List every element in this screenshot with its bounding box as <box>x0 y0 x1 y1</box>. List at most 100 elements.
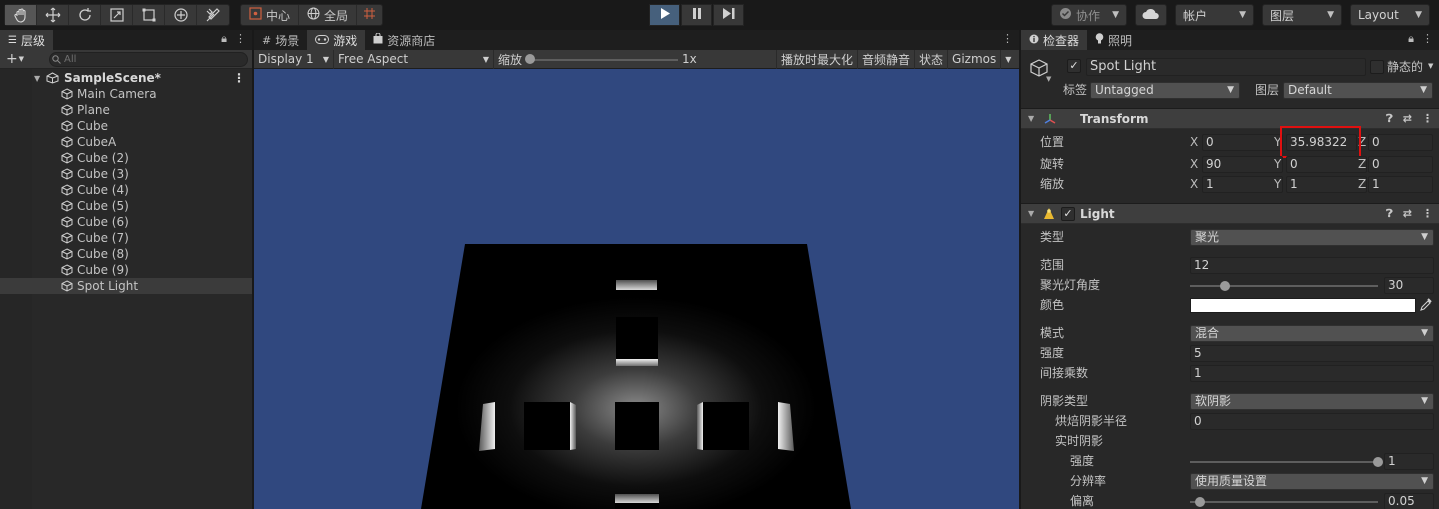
scene-row[interactable]: ▼ SampleScene* ⋮ <box>0 70 252 86</box>
hierarchy-item[interactable]: CubeA <box>0 134 252 150</box>
pivot-center-button[interactable]: 中心 <box>241 5 300 25</box>
expand-arrow-icon[interactable]: ▼ <box>34 74 40 83</box>
bias-slider-track[interactable] <box>1190 501 1378 503</box>
move-tool-icon[interactable] <box>37 5 69 25</box>
gizmos-button[interactable]: Gizmos <box>948 49 1002 69</box>
object-name-field[interactable]: Spot Light <box>1086 58 1366 76</box>
scale-slider-thumb[interactable] <box>525 53 535 64</box>
active-checkbox[interactable]: ✓ <box>1067 59 1081 73</box>
indirect-multiplier-field[interactable]: 1 <box>1190 365 1434 382</box>
transform-tool-icon[interactable] <box>165 5 197 25</box>
scale-z-field[interactable]: 1 <box>1368 176 1433 193</box>
pause-button[interactable] <box>681 4 712 26</box>
color-swatch[interactable] <box>1190 298 1416 313</box>
more-menu-icon[interactable]: ⋮ <box>1422 112 1433 126</box>
spot-angle-slider-thumb[interactable] <box>1219 281 1230 291</box>
scale-x-field[interactable]: 1 <box>1202 176 1283 193</box>
add-button[interactable]: + ▼ <box>0 51 30 67</box>
more-menu-icon[interactable]: ⋮ <box>235 32 246 46</box>
hierarchy-item[interactable]: Cube <box>0 118 252 134</box>
resolution-dropdown[interactable]: 使用质量设置 ▼ <box>1190 473 1434 490</box>
mode-dropdown[interactable]: 混合 ▼ <box>1190 325 1434 342</box>
hierarchy-item[interactable]: Cube (6) <box>0 214 252 230</box>
more-menu-icon[interactable]: ⋮ <box>1422 207 1433 221</box>
light-enabled-checkbox[interactable]: ✓ <box>1061 207 1075 221</box>
rotation-z-field[interactable]: 0 <box>1368 156 1433 173</box>
hierarchy-item[interactable]: Cube (5) <box>0 198 252 214</box>
layers-dropdown[interactable]: 图层 ▼ <box>1262 4 1342 26</box>
hierarchy-item[interactable]: Cube (2) <box>0 150 252 166</box>
tab-scene[interactable]: # 场景 <box>254 30 307 50</box>
rotation-y-field[interactable]: 0 <box>1286 156 1367 173</box>
position-z-field[interactable]: 0 <box>1368 134 1433 151</box>
tab-inspector[interactable]: 检查器 <box>1021 30 1088 50</box>
game-render-view[interactable] <box>254 69 1019 509</box>
hand-tool-icon[interactable] <box>5 5 37 25</box>
gizmos-dropdown[interactable]: ▼ <box>1001 50 1015 69</box>
hierarchy-item[interactable]: Cube (8) <box>0 246 252 262</box>
scale-y-field[interactable]: 1 <box>1286 176 1367 193</box>
foldout-arrow-icon[interactable]: ▼ <box>1028 209 1034 218</box>
mute-audio-button[interactable]: 音频静音 <box>858 49 916 69</box>
presets-icon[interactable]: ⇄ <box>1403 207 1412 221</box>
help-icon[interactable]: ❓︎ <box>1386 112 1393 126</box>
hierarchy-item[interactable]: Cube (4) <box>0 182 252 198</box>
tag-dropdown[interactable]: Untagged ▼ <box>1090 82 1240 99</box>
play-button[interactable] <box>649 4 680 26</box>
custom-tool-icon[interactable] <box>197 5 229 25</box>
hierarchy-item[interactable]: Plane <box>0 102 252 118</box>
rect-tool-icon[interactable] <box>133 5 165 25</box>
eyedropper-icon[interactable] <box>1420 298 1432 314</box>
hierarchy-item[interactable]: Cube (7) <box>0 230 252 246</box>
aspect-dropdown[interactable]: Free Aspect ▼ <box>334 49 494 69</box>
layer-dropdown[interactable]: Default ▼ <box>1283 82 1433 99</box>
grid-snap-button[interactable] <box>357 5 382 25</box>
shadow-type-dropdown[interactable]: 软阴影 ▼ <box>1190 393 1434 410</box>
cloud-button[interactable] <box>1135 4 1167 26</box>
maximize-on-play-button[interactable]: 播放时最大化 <box>776 49 859 69</box>
more-menu-icon[interactable]: ⋮ <box>1002 32 1013 45</box>
presets-icon[interactable]: ⇄ <box>1403 112 1412 126</box>
hierarchy-item[interactable]: Spot Light <box>0 278 252 294</box>
tab-asset-store[interactable]: 资源商店 <box>365 30 443 50</box>
lock-icon[interactable]: 🔒︎ <box>1408 32 1414 46</box>
scale-tool-icon[interactable] <box>101 5 133 25</box>
foldout-arrow-icon[interactable]: ▼ <box>1028 114 1034 123</box>
spot-angle-slider-track[interactable] <box>1190 285 1378 287</box>
hierarchy-item[interactable]: Main Camera <box>0 86 252 102</box>
spot-angle-field[interactable]: 30 <box>1384 277 1434 294</box>
baked-radius-field[interactable]: 0 <box>1190 413 1434 430</box>
step-button[interactable] <box>713 4 744 26</box>
tab-hierarchy[interactable]: ☰ 层级 <box>0 30 53 50</box>
global-button[interactable]: 全局 <box>299 5 358 25</box>
chevron-down-icon[interactable]: ▼ <box>1046 75 1051 83</box>
light-header[interactable]: ▼ ✓ Light ❓︎ ⇄ ⋮ <box>1021 203 1439 224</box>
bias-field[interactable]: 0.05 <box>1384 493 1434 509</box>
range-field[interactable]: 12 <box>1190 257 1434 274</box>
more-menu-icon[interactable]: ⋮ <box>1422 32 1433 46</box>
rotate-tool-icon[interactable] <box>69 5 101 25</box>
collab-dropdown[interactable]: 协作 ▼ <box>1051 4 1127 26</box>
position-x-field[interactable]: 0 <box>1202 134 1283 151</box>
rotation-x-field[interactable]: 90 <box>1202 156 1283 173</box>
tab-lighting[interactable]: 照明 <box>1087 30 1140 50</box>
search-input[interactable]: All <box>49 52 248 67</box>
chevron-down-icon[interactable]: ▼ <box>1428 62 1433 70</box>
display-dropdown[interactable]: Display 1 ▼ <box>254 49 334 69</box>
account-dropdown[interactable]: 帐户 ▼ <box>1175 4 1254 26</box>
light-type-dropdown[interactable]: 聚光 ▼ <box>1190 229 1434 246</box>
lock-icon[interactable]: 🔒︎ <box>221 32 227 46</box>
stats-button[interactable]: 状态 <box>915 49 949 69</box>
hierarchy-item[interactable]: Cube (9) <box>0 262 252 278</box>
scale-slider-track[interactable] <box>530 58 678 61</box>
intensity-field[interactable]: 5 <box>1190 345 1434 362</box>
hierarchy-item[interactable]: Cube (3) <box>0 166 252 182</box>
shadow-strength-field[interactable]: 1 <box>1384 453 1434 470</box>
tab-game[interactable]: 游戏 <box>307 30 366 50</box>
help-icon[interactable]: ❓︎ <box>1386 207 1393 221</box>
layout-dropdown[interactable]: Layout ▼ <box>1350 4 1430 26</box>
more-menu-icon[interactable]: ⋮ <box>233 71 245 85</box>
bias-slider-thumb[interactable] <box>1194 497 1205 507</box>
shadow-strength-slider-thumb[interactable] <box>1373 457 1383 467</box>
shadow-strength-slider-track[interactable] <box>1190 461 1378 463</box>
